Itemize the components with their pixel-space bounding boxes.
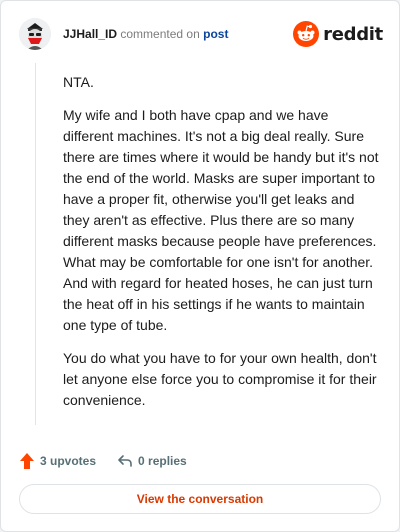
upvote-arrow-icon (20, 453, 34, 469)
comment-meta: JJHall_ID commented on post (63, 27, 228, 41)
username[interactable]: JJHall_ID (63, 27, 117, 41)
comment-paragraph: My wife and I both have cpap and we have… (63, 107, 379, 333)
thread-line (35, 63, 36, 425)
comment-header: JJHall_ID commented on post reddit (19, 18, 383, 52)
post-link[interactable]: post (203, 27, 228, 41)
reddit-alien-icon (293, 21, 320, 47)
user-avatar-icon (19, 18, 51, 50)
view-conversation-button[interactable]: View the conversation (19, 484, 381, 514)
avatar[interactable] (19, 18, 51, 50)
reddit-logo[interactable]: reddit (293, 21, 383, 47)
reddit-wordmark: reddit (323, 23, 383, 45)
reply-count: 0 replies (138, 454, 187, 468)
comment-paragraph: You do what you have to for your own hea… (63, 350, 377, 408)
upvote-button[interactable]: 3 upvotes (19, 452, 96, 470)
comment-body: NTA. My wife and I both have cpap and we… (63, 72, 381, 423)
reply-button[interactable]: 0 replies (117, 453, 187, 469)
commented-on-label: commented on (120, 27, 200, 41)
upvote-count: 3 upvotes (40, 454, 97, 468)
comment-paragraph: NTA. (63, 74, 94, 90)
comment-card: JJHall_ID commented on post reddit NTA. … (0, 0, 400, 532)
reply-arrow-icon (118, 455, 132, 467)
comment-actions: 3 upvotes 0 replies (19, 450, 187, 472)
